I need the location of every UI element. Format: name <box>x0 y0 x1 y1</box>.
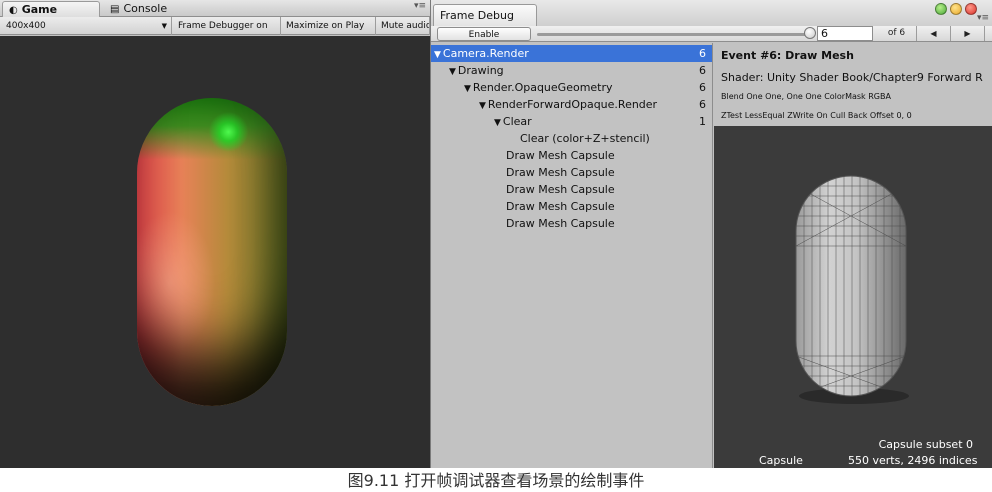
event-tree: ▼ Camera.Render 6 ▼ Drawing 6 ▼ Render.Opaq… <box>431 43 713 468</box>
expand-triangle-icon[interactable]: ▼ <box>464 84 471 94</box>
tree-item-count: 6 <box>699 64 706 77</box>
expand-triangle-icon[interactable]: ▼ <box>494 118 501 128</box>
frame-debug-toolbar: Enable 6 of 6 ◀ ▶ <box>431 26 992 42</box>
arrow-right-icon: ▶ <box>964 29 971 38</box>
tree-item-count: 1 <box>699 115 706 128</box>
tree-item-label: Draw Mesh Capsule <box>506 200 615 213</box>
event-title: Event #6: Draw Mesh <box>721 49 854 62</box>
previous-event-button[interactable]: ◀ <box>917 26 951 41</box>
tree-item-label: Drawing <box>457 64 504 77</box>
tree-item-label: RenderForwardOpaque.Render <box>487 98 658 111</box>
event-details-panel: Event #6: Draw Mesh Shader: Unity Shader… <box>714 43 992 126</box>
game-tabbar: ◐ Game ▤ Console ▾≡ <box>0 0 430 17</box>
tree-item-clear[interactable]: ▼ Clear 1 <box>431 113 712 130</box>
game-toolbar: 400x400 ▼ Frame Debugger on Maximize on … <box>0 17 430 35</box>
tree-item-draw-mesh-capsule[interactable]: Draw Mesh Capsule <box>431 147 712 164</box>
preview-mesh-stats: 550 verts, 2496 indices <box>848 454 978 467</box>
window-menu-icon[interactable]: ▾≡ <box>977 13 989 23</box>
mute-audio-button[interactable]: Mute audio <box>376 17 430 35</box>
event-count-label: of 6 <box>877 26 917 41</box>
tab-frame-debug[interactable]: Frame Debug <box>433 4 537 26</box>
figure-caption: 图9.11 打开帧调试器查看场景的绘制事件 <box>347 471 645 490</box>
mesh-preview[interactable]: Capsule subset 0 Capsule 550 verts, 2496… <box>714 126 992 468</box>
tree-item-clear-color-z-stencil[interactable]: Clear (color+Z+stencil) <box>431 130 712 147</box>
tree-item-draw-mesh-capsule[interactable]: Draw Mesh Capsule <box>431 215 712 232</box>
event-slider-track[interactable] <box>537 33 813 36</box>
tab-game[interactable]: ◐ Game <box>2 1 100 17</box>
tree-item-label: Camera.Render <box>442 47 529 60</box>
arrow-left-icon: ◀ <box>930 29 937 38</box>
tab-game-label: Game <box>21 3 58 16</box>
event-shader: Shader: Unity Shader Book/Chapter9 Forwa… <box>721 71 983 84</box>
resolution-value: 400x400 <box>6 21 46 31</box>
tree-item-count: 6 <box>699 81 706 94</box>
minimize-window-button[interactable] <box>950 3 962 15</box>
tree-item-label: Draw Mesh Capsule <box>506 166 615 179</box>
tree-item-count: 6 <box>699 47 706 60</box>
tab-console[interactable]: ▤ Console <box>104 1 224 17</box>
screenshot-root: ◐ Game ▤ Console ▾≡ 400x400 ▼ Frame Debugg… <box>0 0 992 492</box>
preview-subset-label: Capsule subset 0 <box>878 438 973 451</box>
tree-item-label: Render.OpaqueGeometry <box>472 81 613 94</box>
preview-mesh-name: Capsule <box>759 454 803 467</box>
event-blend-state: Blend One One, One One ColorMask RGBA <box>721 92 891 101</box>
tab-console-label: Console <box>123 2 168 15</box>
expand-triangle-icon[interactable]: ▼ <box>434 50 441 60</box>
expand-triangle-icon[interactable]: ▼ <box>479 101 486 111</box>
tree-item-draw-mesh-capsule[interactable]: Draw Mesh Capsule <box>431 181 712 198</box>
tree-item-label: Draw Mesh Capsule <box>506 217 615 230</box>
tree-item-draw-mesh-capsule[interactable]: Draw Mesh Capsule <box>431 164 712 181</box>
tree-item-label: Draw Mesh Capsule <box>506 149 615 162</box>
event-slider-thumb[interactable] <box>804 27 816 39</box>
close-window-button[interactable] <box>965 3 977 15</box>
tree-item-camera-render[interactable]: ▼ Camera.Render 6 <box>431 45 712 62</box>
console-icon: ▤ <box>110 4 120 15</box>
frame-debug-window: Frame Debug ▾≡ Enable 6 of 6 ◀ ▶ ▼ Camera… <box>430 0 992 468</box>
event-depth-state: ZTest LessEqual ZWrite On Cull Back Offs… <box>721 111 912 120</box>
game-viewport[interactable] <box>0 36 430 468</box>
chevron-down-icon: ▼ <box>161 22 167 30</box>
zoom-window-button[interactable] <box>935 3 947 15</box>
tree-item-draw-mesh-capsule[interactable]: Draw Mesh Capsule <box>431 198 712 215</box>
expand-triangle-icon[interactable]: ▼ <box>449 67 456 77</box>
game-icon: ◐ <box>9 5 18 16</box>
tree-item-label: Draw Mesh Capsule <box>506 183 615 196</box>
tree-item-drawing[interactable]: ▼ Drawing 6 <box>431 62 712 79</box>
wireframe-capsule-preview <box>795 175 909 404</box>
tab-menu-icon[interactable]: ▾≡ <box>414 1 426 11</box>
event-index-field[interactable]: 6 <box>817 26 873 41</box>
tree-item-render-forward-opaque[interactable]: ▼ RenderForwardOpaque.Render 6 <box>431 96 712 113</box>
tree-item-count: 6 <box>699 98 706 111</box>
maximize-on-play-button[interactable]: Maximize on Play <box>281 17 376 35</box>
tree-item-label: Clear (color+Z+stencil) <box>520 132 650 145</box>
rendered-capsule <box>137 98 287 406</box>
frame-debug-titlebar: Frame Debug ▾≡ <box>431 0 992 26</box>
resolution-dropdown[interactable]: 400x400 ▼ <box>0 17 172 35</box>
game-window: ◐ Game ▤ Console ▾≡ 400x400 ▼ Frame Debugg… <box>0 0 430 468</box>
tree-item-render-opaque-geometry[interactable]: ▼ Render.OpaqueGeometry 6 <box>431 79 712 96</box>
enable-button[interactable]: Enable <box>437 27 531 41</box>
next-event-button[interactable]: ▶ <box>951 26 985 41</box>
tree-item-label: Clear <box>502 115 532 128</box>
frame-debugger-on-button[interactable]: Frame Debugger on <box>173 17 281 35</box>
